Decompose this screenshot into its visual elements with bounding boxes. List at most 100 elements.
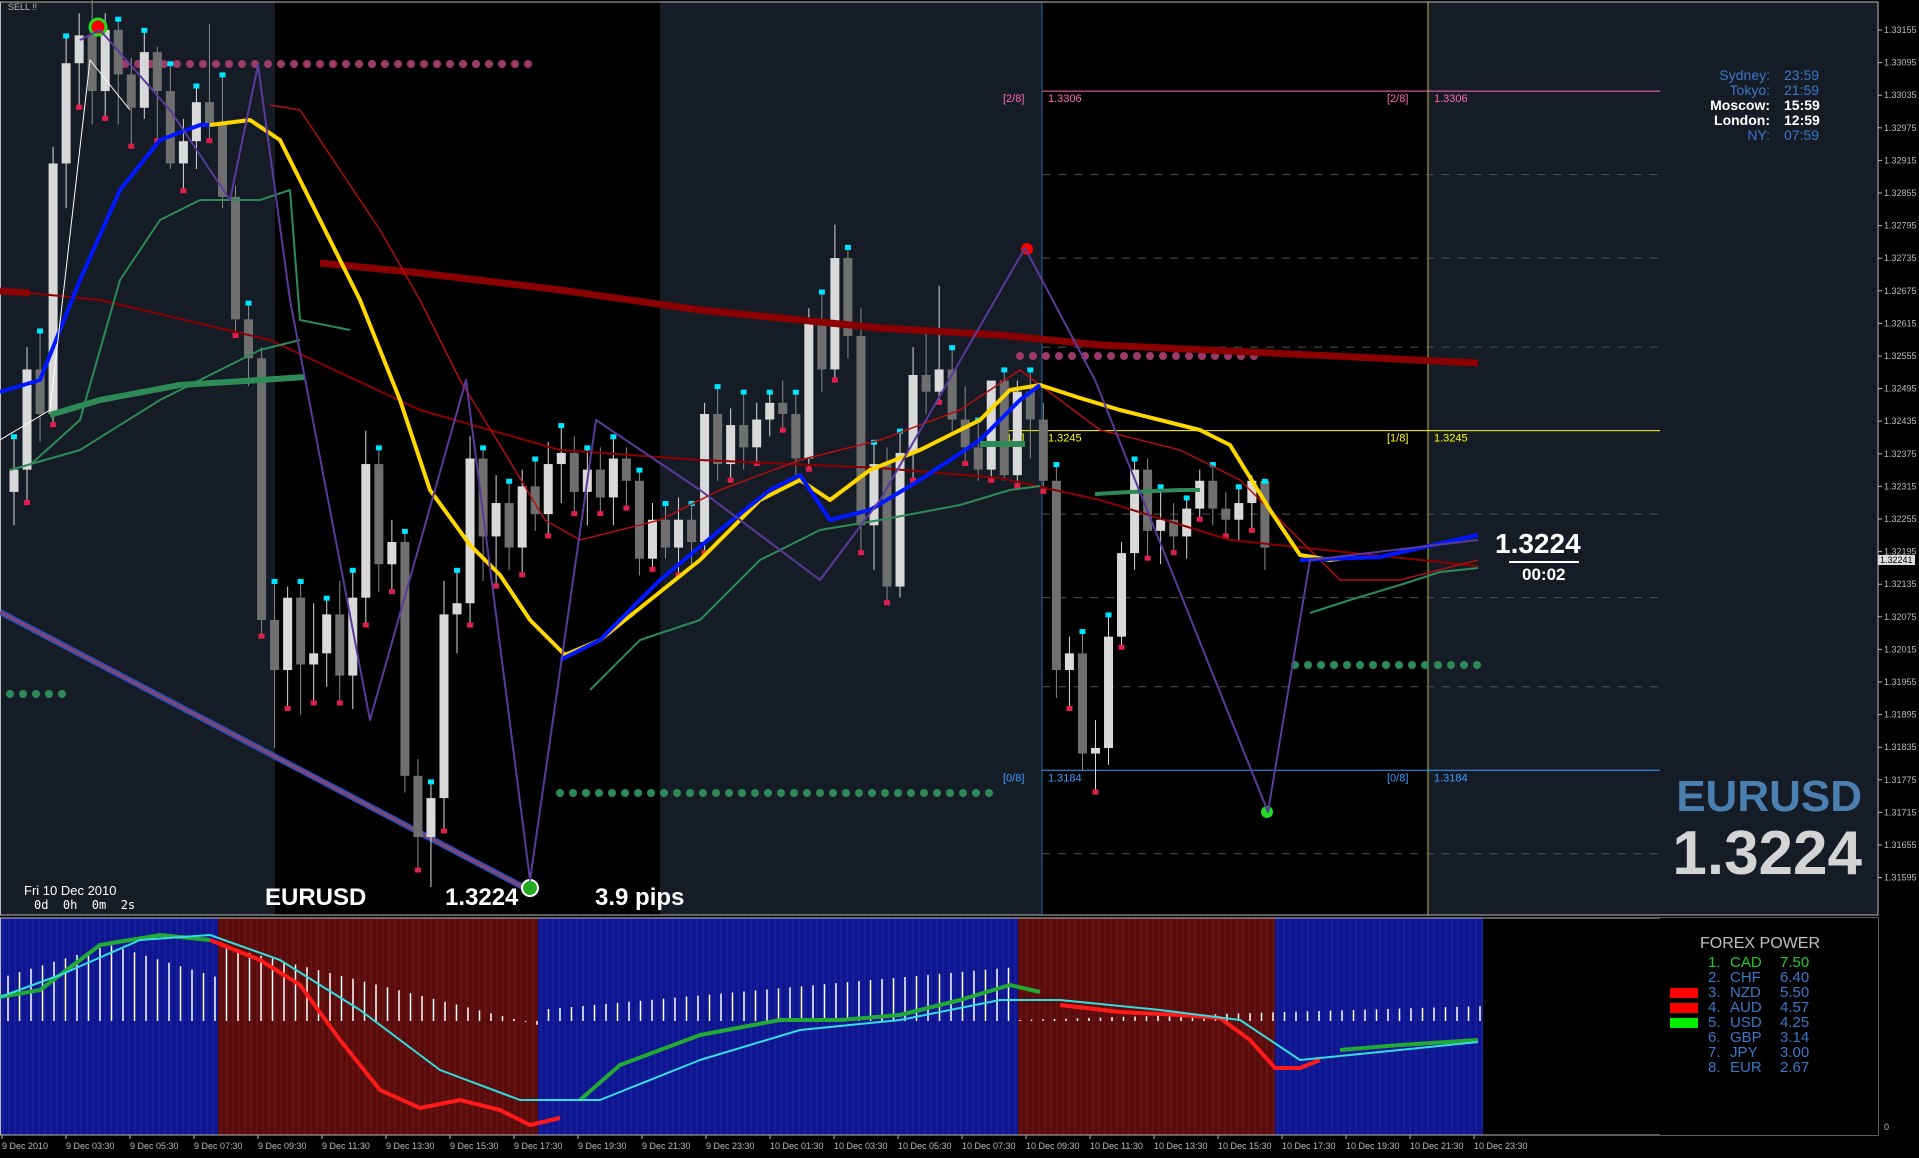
candle-body: [1260, 480, 1270, 548]
price-axis-label: 1.32375: [1884, 449, 1917, 459]
down-marker: [519, 572, 526, 578]
up-marker: [245, 300, 252, 306]
down-marker: [571, 511, 578, 517]
down-marker: [258, 633, 265, 639]
down-marker: [1014, 483, 1021, 489]
strength-marker: [1670, 1048, 1698, 1058]
candle-body: [1038, 419, 1048, 481]
support-dot: [803, 789, 811, 797]
clock-time: 21:59: [1784, 82, 1820, 98]
up-marker: [1261, 478, 1268, 484]
resistance-dot: [225, 60, 233, 68]
clock-city: Sydney:: [1719, 67, 1770, 83]
candle-body: [869, 464, 879, 526]
strength-marker: [1670, 958, 1698, 968]
rank: 4.: [1708, 999, 1721, 1016]
price-axis-label: 1.31715: [1884, 807, 1917, 817]
up-marker: [271, 578, 278, 584]
time-axis-label: 9 Dec 03:30: [66, 1141, 115, 1151]
support-dot: [6, 690, 14, 698]
candle-body: [934, 369, 944, 392]
candle-body: [752, 419, 762, 448]
candle-body: [674, 519, 684, 548]
up-marker: [740, 389, 747, 395]
murrey-value: 1.3184: [1048, 772, 1082, 784]
down-marker: [1040, 488, 1047, 494]
candle-body: [621, 458, 631, 481]
down-marker: [388, 589, 395, 595]
candle-body: [1208, 480, 1218, 509]
support-dot: [959, 789, 967, 797]
resistance-dot: [238, 60, 246, 68]
support-dot: [1343, 661, 1351, 669]
up-marker: [11, 434, 17, 440]
support-dot: [621, 789, 629, 797]
resistance-dot: [524, 60, 532, 68]
price-axis-label: 1.33095: [1884, 58, 1917, 68]
resistance-dot: [498, 60, 506, 68]
forex-power-row: 7. JPY 3.00: [1670, 1045, 1850, 1060]
down-marker: [1092, 789, 1099, 795]
candle-body: [374, 464, 384, 565]
up-marker: [1105, 612, 1112, 618]
support-dot: [1408, 661, 1416, 669]
currency: USD: [1730, 1014, 1762, 1031]
murrey-value: 1.3245: [1048, 433, 1082, 445]
candle-body: [1221, 508, 1231, 520]
rank: 6.: [1708, 1029, 1721, 1046]
down-marker: [362, 622, 369, 628]
support-dot: [1395, 661, 1403, 669]
strength-value: 3.00: [1780, 1044, 1810, 1061]
clock-time: 07:59: [1784, 127, 1820, 143]
down-marker: [76, 104, 83, 110]
down-marker: [962, 461, 969, 467]
up-marker: [141, 27, 148, 33]
time-axis-label: 9 Dec 23:30: [706, 1141, 755, 1151]
support-dot: [660, 789, 668, 797]
time-axis-label: 9 Dec 17:30: [514, 1141, 563, 1151]
candle-body: [361, 464, 371, 598]
price-axis-label: 1.32255: [1884, 514, 1917, 524]
forex-power-row: 2. CHF 6.40: [1670, 970, 1850, 985]
currency: CHF: [1730, 969, 1761, 986]
time-axis-label: 10 Dec 15:30: [1218, 1141, 1272, 1151]
resistance-dot: [329, 60, 337, 68]
candle-body: [647, 519, 657, 559]
up-marker: [1183, 495, 1190, 501]
footer-price: 1.3224: [445, 884, 519, 911]
candle-body: [504, 503, 514, 548]
time-axis-label: 9 Dec 05:30: [130, 1141, 179, 1151]
support-dot: [1382, 661, 1390, 669]
candle-body: [335, 614, 345, 676]
down-marker: [597, 511, 604, 517]
candle-body: [439, 614, 449, 799]
support-dot: [920, 789, 928, 797]
price-axis-label: 1.33155: [1884, 25, 1917, 35]
down-marker: [467, 622, 474, 628]
resistance-dot: [1042, 352, 1050, 360]
candle-body: [700, 413, 710, 543]
up-marker: [558, 423, 565, 429]
support-dot: [556, 789, 564, 797]
down-marker: [988, 477, 995, 483]
trading-chart[interactable]: [2/8]1.3306[2/8]1.3306[1/8]1.3245[1/8]1.…: [0, 0, 1919, 1153]
candle-body: [543, 464, 553, 515]
down-marker: [1118, 644, 1125, 650]
price-axis-label: 1.32855: [1884, 188, 1917, 198]
support-dot: [647, 789, 655, 797]
time-axis-label: 10 Dec 03:30: [834, 1141, 888, 1151]
support-dot: [1330, 661, 1338, 669]
rank: 1.: [1708, 954, 1721, 971]
support-dot: [32, 690, 40, 698]
candle-body: [48, 163, 58, 414]
time-axis-label: 9 Dec 07:30: [194, 1141, 243, 1151]
support-dot: [738, 789, 746, 797]
rank: 3.: [1708, 984, 1721, 1001]
up-marker: [115, 16, 122, 22]
candle-body: [165, 91, 175, 164]
candle-body: [270, 619, 280, 671]
down-marker: [493, 583, 500, 589]
up-marker: [818, 289, 825, 295]
time-axis-label: 9 Dec 19:30: [578, 1141, 627, 1151]
candle-body: [791, 413, 801, 459]
